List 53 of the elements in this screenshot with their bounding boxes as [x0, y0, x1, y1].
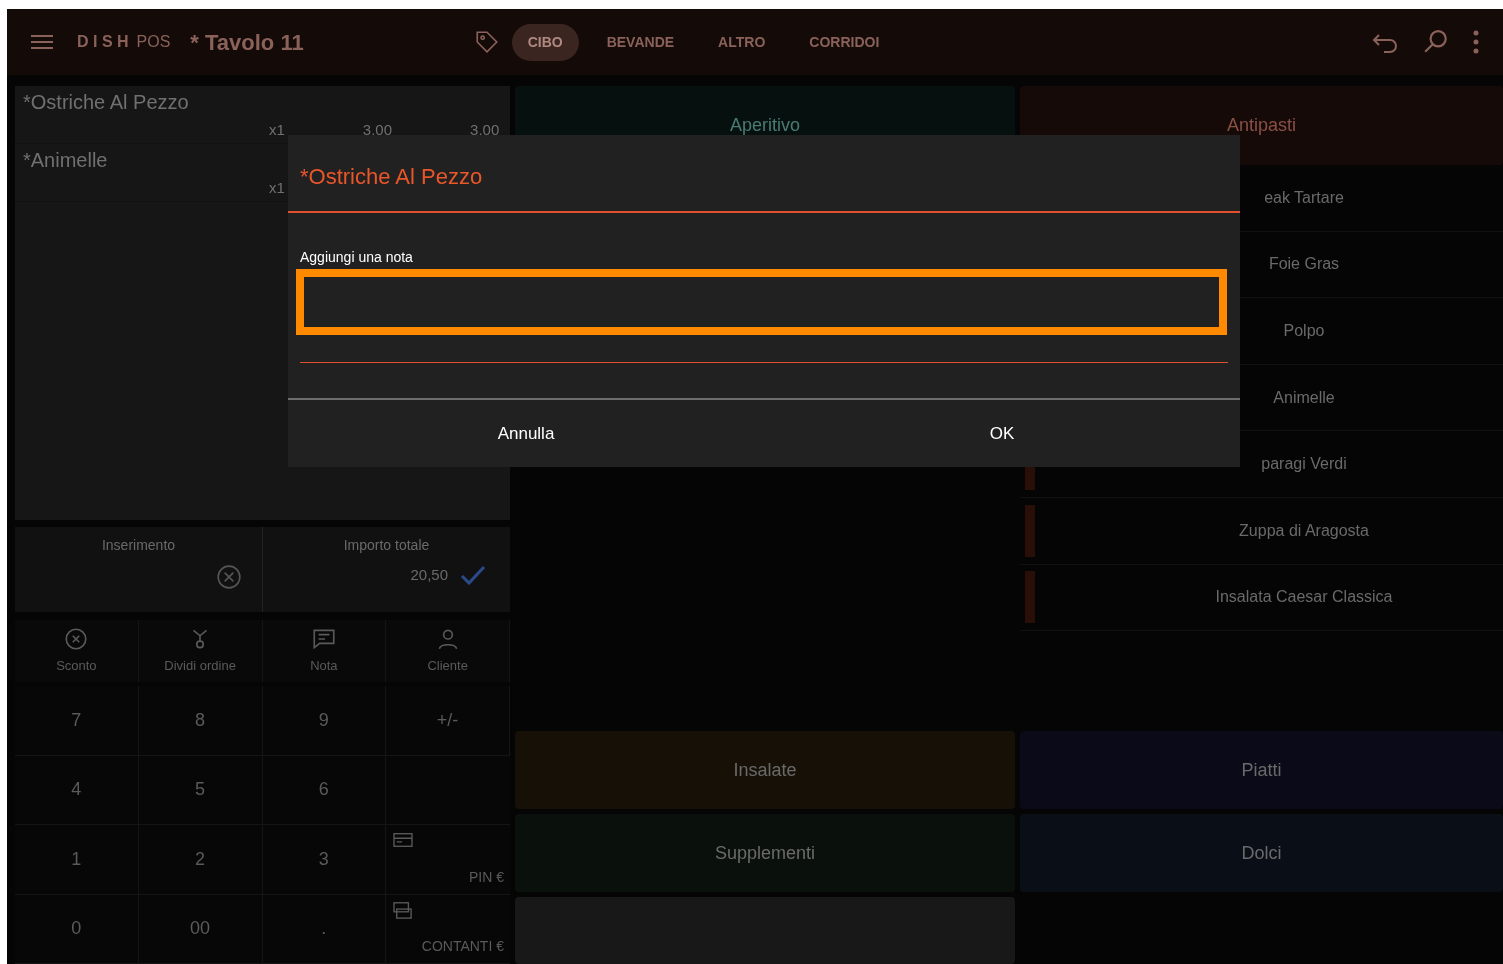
keypad-key[interactable]: 6 — [262, 755, 387, 825]
table-title: * Tavolo 11 — [190, 28, 304, 57]
category-tile[interactable]: Insalate — [515, 731, 1015, 809]
keypad-key[interactable]: 0 — [15, 894, 139, 964]
dialog-title: *Ostriche Al Pezzo — [288, 135, 1240, 213]
brand-name: D I S H — [77, 32, 129, 52]
clear-icon[interactable] — [216, 564, 242, 590]
keypad-key[interactable]: 1 — [15, 825, 139, 895]
keypad-key[interactable]: . — [262, 894, 387, 964]
keypad-key[interactable]: +/- — [386, 686, 510, 756]
keypad-key[interactable]: 7 — [15, 686, 139, 756]
dialog-button[interactable]: Annulla — [288, 400, 764, 467]
category-tab[interactable]: ALTRO — [702, 23, 782, 61]
total-label: Importo totale — [343, 536, 430, 555]
tag-icon[interactable] — [473, 29, 500, 55]
category-tab[interactable]: BEVANDE — [590, 23, 691, 61]
keypad-key[interactable]: 8 — [138, 686, 263, 756]
item-name: *Animelle — [23, 148, 108, 172]
field-label: Aggiungi una nota — [299, 249, 414, 265]
item-quantity: x1 — [269, 121, 285, 139]
action-button[interactable]: Cliente — [386, 620, 510, 682]
keypad-key[interactable]: 5 — [138, 755, 263, 825]
card-icon — [392, 831, 415, 849]
search-icon[interactable] — [1423, 29, 1449, 55]
category-tab[interactable]: CIBO — [511, 23, 579, 61]
action-button[interactable]: Nota — [262, 620, 387, 682]
category-tile[interactable]: Dolci — [1020, 814, 1503, 892]
check-icon[interactable] — [460, 564, 486, 587]
item-name: *Ostriche Al Pezzo — [23, 90, 189, 114]
category-tile[interactable]: Piatti — [1020, 731, 1503, 809]
brand-suffix: POS — [136, 32, 171, 52]
dish-marker — [1025, 504, 1035, 557]
keypad-key[interactable]: 2 — [138, 825, 263, 895]
cash-register-icon — [392, 900, 415, 919]
keypad-key[interactable]: 00 — [138, 894, 263, 964]
total-amount: 20,50 — [410, 565, 448, 585]
keypad-key[interactable]: 3 — [262, 825, 387, 895]
item-quantity: x1 — [269, 179, 285, 197]
category-tile[interactable]: Supplementi — [515, 814, 1015, 892]
dish-item[interactable]: Zuppa di Aragosta — [1035, 518, 1503, 543]
category-tab[interactable]: CORRIDOI — [793, 23, 896, 61]
dish-marker — [1025, 571, 1035, 624]
menu-icon[interactable] — [31, 34, 53, 50]
dish-item[interactable]: Insalata Caesar Classica — [1035, 585, 1503, 610]
undo-icon[interactable] — [1371, 31, 1399, 53]
dish-item[interactable]: Foie Gras — [1035, 252, 1503, 277]
action-button[interactable]: Sconto — [15, 620, 139, 682]
more-icon[interactable] — [1473, 30, 1479, 54]
keypad-key[interactable]: 9 — [262, 686, 387, 756]
entry-label: Inserimento — [101, 536, 176, 555]
action-button[interactable]: Dividi ordine — [138, 620, 263, 682]
keypad-key[interactable]: 4 — [15, 755, 139, 825]
dish-item[interactable]: Polpo — [1035, 319, 1503, 343]
